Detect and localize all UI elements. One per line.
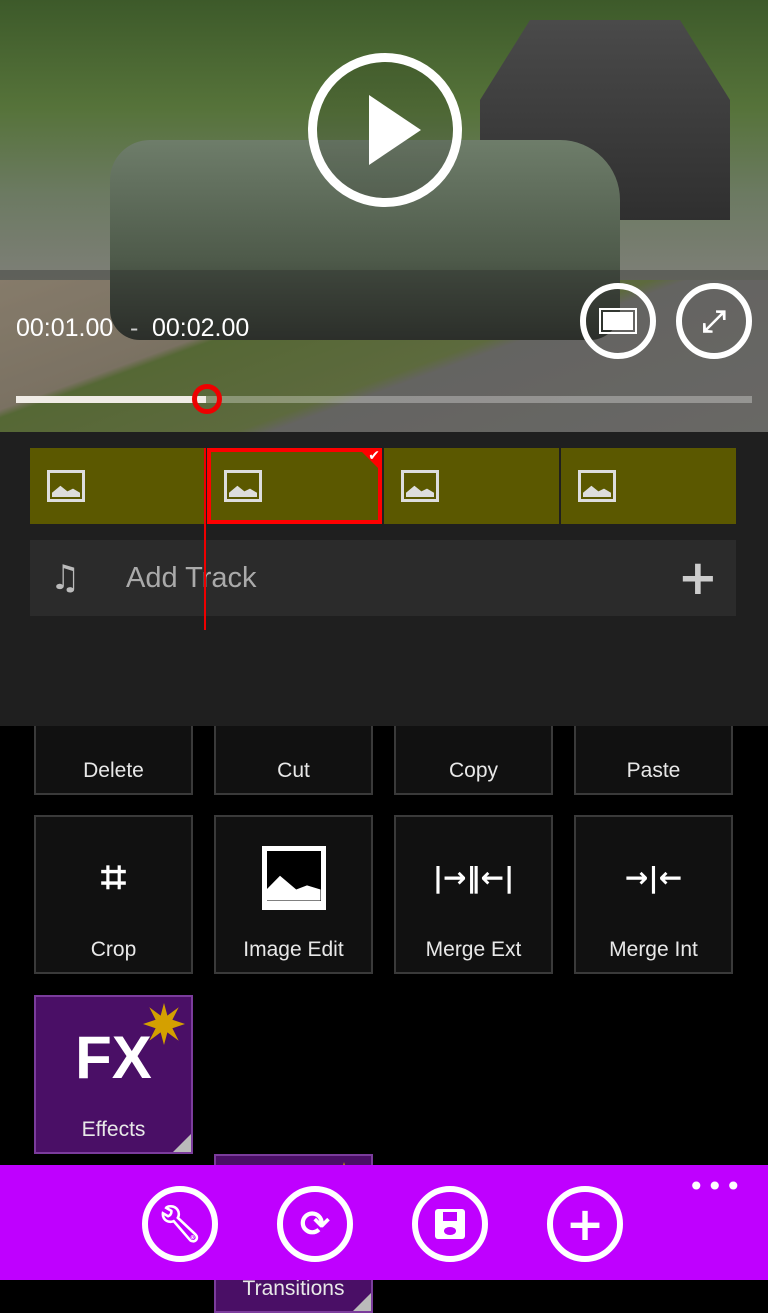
tile-label: Transitions — [242, 1277, 345, 1300]
timeline-clip[interactable] — [30, 448, 205, 524]
corner-indicator — [353, 1293, 371, 1311]
aspect-icon — [599, 308, 637, 334]
plus-icon: + — [677, 550, 718, 606]
panel-bottom-cover — [0, 632, 768, 726]
tile-label: Effects — [81, 1118, 146, 1141]
timeline-clip-selected[interactable] — [207, 448, 382, 524]
seek-thumb[interactable] — [192, 384, 222, 414]
play-button[interactable] — [308, 53, 462, 207]
controls-overlay — [0, 270, 768, 432]
sync-icon: ⟳ — [299, 1203, 331, 1245]
tile-label: Merge Ext — [425, 938, 522, 961]
image-icon — [47, 470, 85, 502]
add-track-button[interactable]: ♫ Add Track + — [30, 540, 736, 616]
wrench-icon: 🔧︎ — [157, 1204, 203, 1245]
start-time: 00:01.00 — [16, 314, 114, 342]
tile-label: Crop — [90, 938, 137, 961]
effects-button[interactable]: FX Effects — [34, 995, 193, 1154]
fullscreen-icon: ⤢ — [702, 303, 726, 339]
aspect-ratio-button[interactable] — [580, 283, 656, 359]
merge-ext-icon: |→‖←| — [432, 861, 515, 894]
save-button[interactable] — [412, 1186, 488, 1262]
image-icon — [578, 470, 616, 502]
add-track-label: Add Track — [126, 561, 257, 594]
app-bar — [0, 1165, 768, 1280]
crop-icon: ⌗ — [101, 852, 126, 903]
fx-icon: FX — [75, 1024, 152, 1091]
add-button[interactable]: + — [547, 1186, 623, 1262]
crop-button[interactable]: ⌗ Crop — [34, 815, 193, 974]
timeline-clip[interactable] — [561, 448, 736, 524]
settings-button[interactable]: 🔧︎ — [142, 1186, 218, 1262]
seek-bar-fill — [16, 396, 206, 403]
plus-icon: + — [565, 1197, 605, 1251]
fullscreen-button[interactable]: ⤢ — [676, 283, 752, 359]
corner-indicator — [173, 1134, 191, 1152]
image-icon — [224, 470, 262, 502]
music-note-icon: ♫ — [50, 558, 81, 598]
more-options-button[interactable]: ••• — [688, 1170, 744, 1203]
tile-label: Cut — [277, 759, 310, 782]
sync-button[interactable]: ⟳ — [277, 1186, 353, 1262]
save-icon — [435, 1209, 465, 1239]
timeline-clip[interactable] — [384, 448, 559, 524]
merge-int-button[interactable]: →|← Merge Int — [574, 815, 733, 974]
merge-int-icon: →|← — [624, 861, 683, 894]
tile-label: Merge Int — [609, 938, 698, 961]
image-edit-button[interactable]: Image Edit — [214, 815, 373, 974]
tile-label: Image Edit — [243, 938, 344, 961]
end-time: 00:02.00 — [152, 314, 250, 342]
image-edit-icon — [261, 817, 326, 938]
tile-label: Copy — [448, 759, 499, 782]
image-icon — [401, 470, 439, 502]
merge-ext-button[interactable]: |→‖←| Merge Ext — [394, 815, 553, 974]
time-separator: - — [130, 314, 139, 342]
tile-label: Paste — [626, 759, 681, 782]
playhead[interactable] — [204, 448, 206, 630]
tile-label: Delete — [83, 759, 144, 782]
